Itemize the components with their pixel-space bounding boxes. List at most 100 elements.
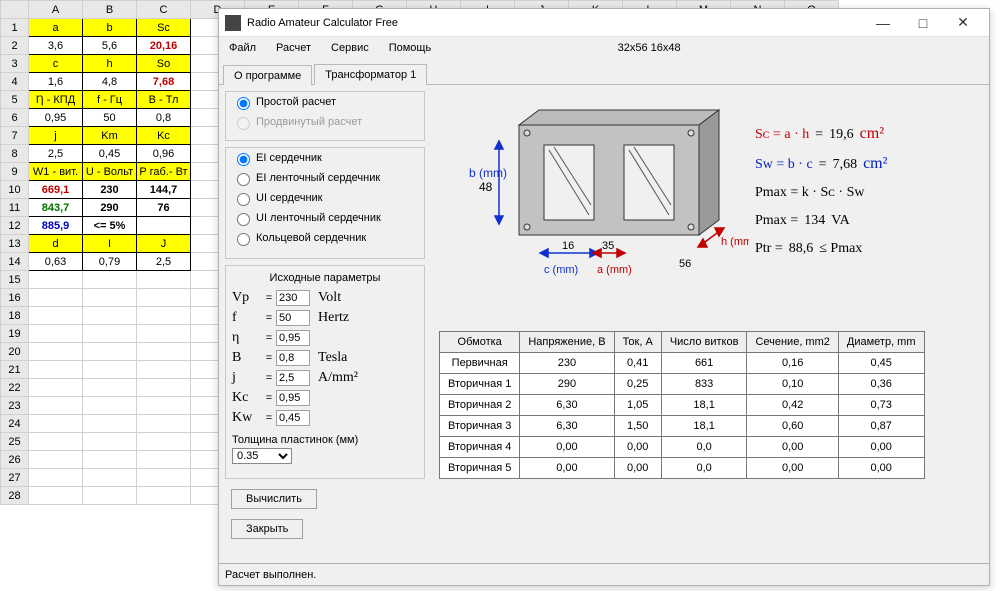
titlebar[interactable]: Radio Amateur Calculator Free — □ ✕ [219,9,989,37]
row-head[interactable]: 16 [1,289,29,307]
cell[interactable]: h [83,55,137,73]
kc-input[interactable] [276,390,310,406]
eta-input[interactable] [276,330,310,346]
cell[interactable]: Kc [137,127,191,145]
col-A[interactable]: A [29,1,83,19]
calc-button[interactable]: Вычислить [231,489,317,509]
row-head[interactable]: 27 [1,469,29,487]
radio-simple[interactable] [237,97,250,110]
row-head[interactable]: 5 [1,91,29,109]
close-dialog-button[interactable]: Закрыть [231,519,303,539]
cell[interactable]: b [83,19,137,37]
cell[interactable]: a [29,19,83,37]
cell[interactable]: W1 - вит. [29,163,83,181]
row-head[interactable]: 9 [1,163,29,181]
cell[interactable]: f - Гц [83,91,137,109]
cell[interactable]: 144,7 [137,181,191,199]
row-head[interactable]: 1 [1,19,29,37]
cell[interactable]: 0,96 [137,145,191,163]
cell[interactable] [137,217,191,235]
col-B[interactable]: B [83,1,137,19]
cell[interactable]: 2,5 [29,145,83,163]
cell[interactable]: 1,6 [29,73,83,91]
b-input[interactable] [276,350,310,366]
row-head[interactable]: 13 [1,235,29,253]
row-head[interactable]: 25 [1,433,29,451]
cell[interactable]: 7,68 [137,73,191,91]
core-ui[interactable] [237,193,250,206]
row-head[interactable]: 2 [1,37,29,55]
row-head[interactable]: 15 [1,271,29,289]
row-head[interactable]: 18 [1,307,29,325]
row-head[interactable]: 10 [1,181,29,199]
core-ui-tape[interactable] [237,213,250,226]
cell[interactable]: 0,8 [137,109,191,127]
cell[interactable]: J [137,235,191,253]
cell[interactable]: 76 [137,199,191,217]
cell[interactable]: 0,79 [83,253,137,271]
row-head[interactable]: 3 [1,55,29,73]
cell[interactable]: I [83,235,137,253]
row-head[interactable]: 26 [1,451,29,469]
row-head[interactable]: 11 [1,199,29,217]
row-head[interactable]: 8 [1,145,29,163]
cell[interactable]: 20,16 [137,37,191,55]
cell[interactable]: 0,45 [83,145,137,163]
row-head[interactable]: 12 [1,217,29,235]
row-head[interactable]: 4 [1,73,29,91]
cell[interactable]: j [29,127,83,145]
core-ei-tape[interactable] [237,173,250,186]
cell[interactable]: 3,6 [29,37,83,55]
thick-select[interactable]: 0.35 [232,448,292,464]
cell[interactable]: 843,7 [29,199,83,217]
cell[interactable]: <= 5% [83,217,137,235]
menu-help[interactable]: Помощь [385,40,436,56]
cell[interactable]: 0,95 [29,109,83,127]
core-ei[interactable] [237,153,250,166]
grid-corner[interactable] [1,1,29,19]
cell[interactable]: 669,1 [29,181,83,199]
vp-input[interactable] [276,290,310,306]
row-head[interactable]: 28 [1,487,29,505]
menu-file[interactable]: Файл [225,40,260,56]
cell[interactable]: 885,9 [29,217,83,235]
core-ring[interactable] [237,233,250,246]
core-ei-row[interactable]: EI сердечник [226,148,424,168]
row-head[interactable]: 23 [1,397,29,415]
core-ei-tape-row[interactable]: EI ленточный сердечник [226,168,424,188]
minimize-button[interactable]: — [863,10,903,36]
core-ui-row[interactable]: UI сердечник [226,188,424,208]
row-head[interactable]: 6 [1,109,29,127]
row-head[interactable]: 14 [1,253,29,271]
cell[interactable]: So [137,55,191,73]
cell[interactable]: 230 [83,181,137,199]
row-head[interactable]: 7 [1,127,29,145]
radio-simple-row[interactable]: Простой расчет [226,92,424,112]
cell[interactable]: 50 [83,109,137,127]
cell[interactable]: Sc [137,19,191,37]
row-head[interactable]: 22 [1,379,29,397]
col-C[interactable]: C [137,1,191,19]
cell[interactable]: U - Вольт [83,163,137,181]
maximize-button[interactable]: □ [903,10,943,36]
row-head[interactable]: 20 [1,343,29,361]
cell[interactable]: 0,63 [29,253,83,271]
f-input[interactable] [276,310,310,326]
cell[interactable]: d [29,235,83,253]
cell[interactable]: 4,8 [83,73,137,91]
cell[interactable]: 2,5 [137,253,191,271]
row-head[interactable]: 21 [1,361,29,379]
j-input[interactable] [276,370,310,386]
menu-calc[interactable]: Расчет [272,40,315,56]
core-ui-tape-row[interactable]: UI ленточный сердечник [226,208,424,228]
cell[interactable]: 5,6 [83,37,137,55]
cell[interactable]: c [29,55,83,73]
cell[interactable]: 290 [83,199,137,217]
row-head[interactable]: 24 [1,415,29,433]
tab-transformer[interactable]: Трансформатор 1 [314,64,427,85]
kw-input[interactable] [276,410,310,426]
core-ring-row[interactable]: Кольцевой сердечник [226,228,424,248]
cell[interactable]: Ƞ - КПД [29,91,83,109]
cell[interactable]: В - Тл [137,91,191,109]
close-button[interactable]: ✕ [943,10,983,36]
